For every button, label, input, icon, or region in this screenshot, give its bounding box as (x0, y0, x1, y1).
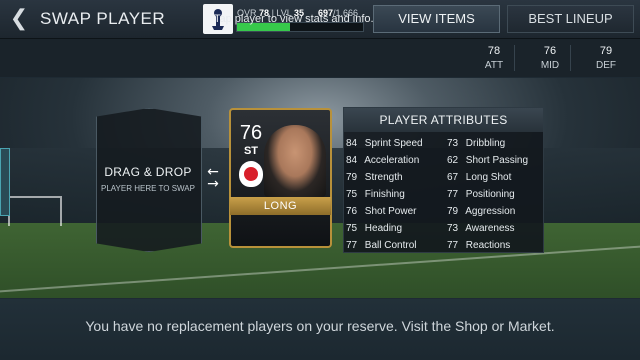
divider (514, 45, 515, 71)
goal-post (8, 196, 62, 226)
reserve-message: You have no replacement players on your … (85, 318, 555, 334)
attribute-row: 79 Strength (346, 172, 403, 183)
player-photo (264, 125, 326, 197)
attribute-row: 84 Sprint Speed (346, 138, 423, 149)
attribute-row: 62 Short Passing (447, 155, 529, 166)
player-position: ST (243, 145, 259, 157)
drag-drop-slot[interactable] (96, 108, 202, 252)
team-stat-def: 79 DEF (596, 45, 616, 71)
attribute-row: 75 Finishing (346, 189, 405, 200)
tap-hint: Tap player to view stats and info. (214, 13, 374, 25)
back-arrow-icon[interactable]: ❮ (8, 7, 30, 31)
attribute-row: 84 Acceleration (346, 155, 420, 166)
drag-drop-subtitle: PLAYER HERE TO SWAP (101, 184, 195, 193)
view-items-button[interactable]: VIEW ITEMS (373, 5, 500, 33)
page-title: SWAP PLAYER (40, 9, 166, 28)
club-badge-icon (239, 161, 263, 187)
attribute-row: 76 Shot Power (346, 206, 417, 217)
team-stat-att: 78 ATT (484, 45, 504, 71)
swap-arrows-icon: ← → (207, 164, 219, 192)
divider (570, 45, 571, 71)
attribute-row: 73 Dribbling (447, 138, 506, 149)
team-stat-mid: 76 MID (540, 45, 560, 71)
player-rating: 76 (239, 122, 263, 144)
attribute-row: 67 Long Shot (447, 172, 512, 183)
attribute-row: 77 Ball Control (346, 240, 417, 251)
attributes-title: PLAYER ATTRIBUTES (344, 108, 543, 132)
attribute-row: 77 Reactions (447, 240, 511, 251)
attribute-row: 75 Heading (346, 223, 403, 234)
stadium-background: DRAG & DROP PLAYER HERE TO SWAP ← → 76 ST… (0, 78, 640, 298)
attribute-row: 73 Awareness (447, 223, 515, 234)
left-edge-tab[interactable] (0, 148, 10, 216)
attribute-row: 79 Aggression (447, 206, 516, 217)
player-name: LONG (263, 200, 298, 212)
bottom-bar: You have no replacement players on your … (0, 299, 640, 360)
drag-drop-title: DRAG & DROP (104, 165, 192, 179)
attribute-row: 77 Positioning (447, 189, 515, 200)
best-lineup-button[interactable]: BEST LINEUP (507, 5, 634, 33)
